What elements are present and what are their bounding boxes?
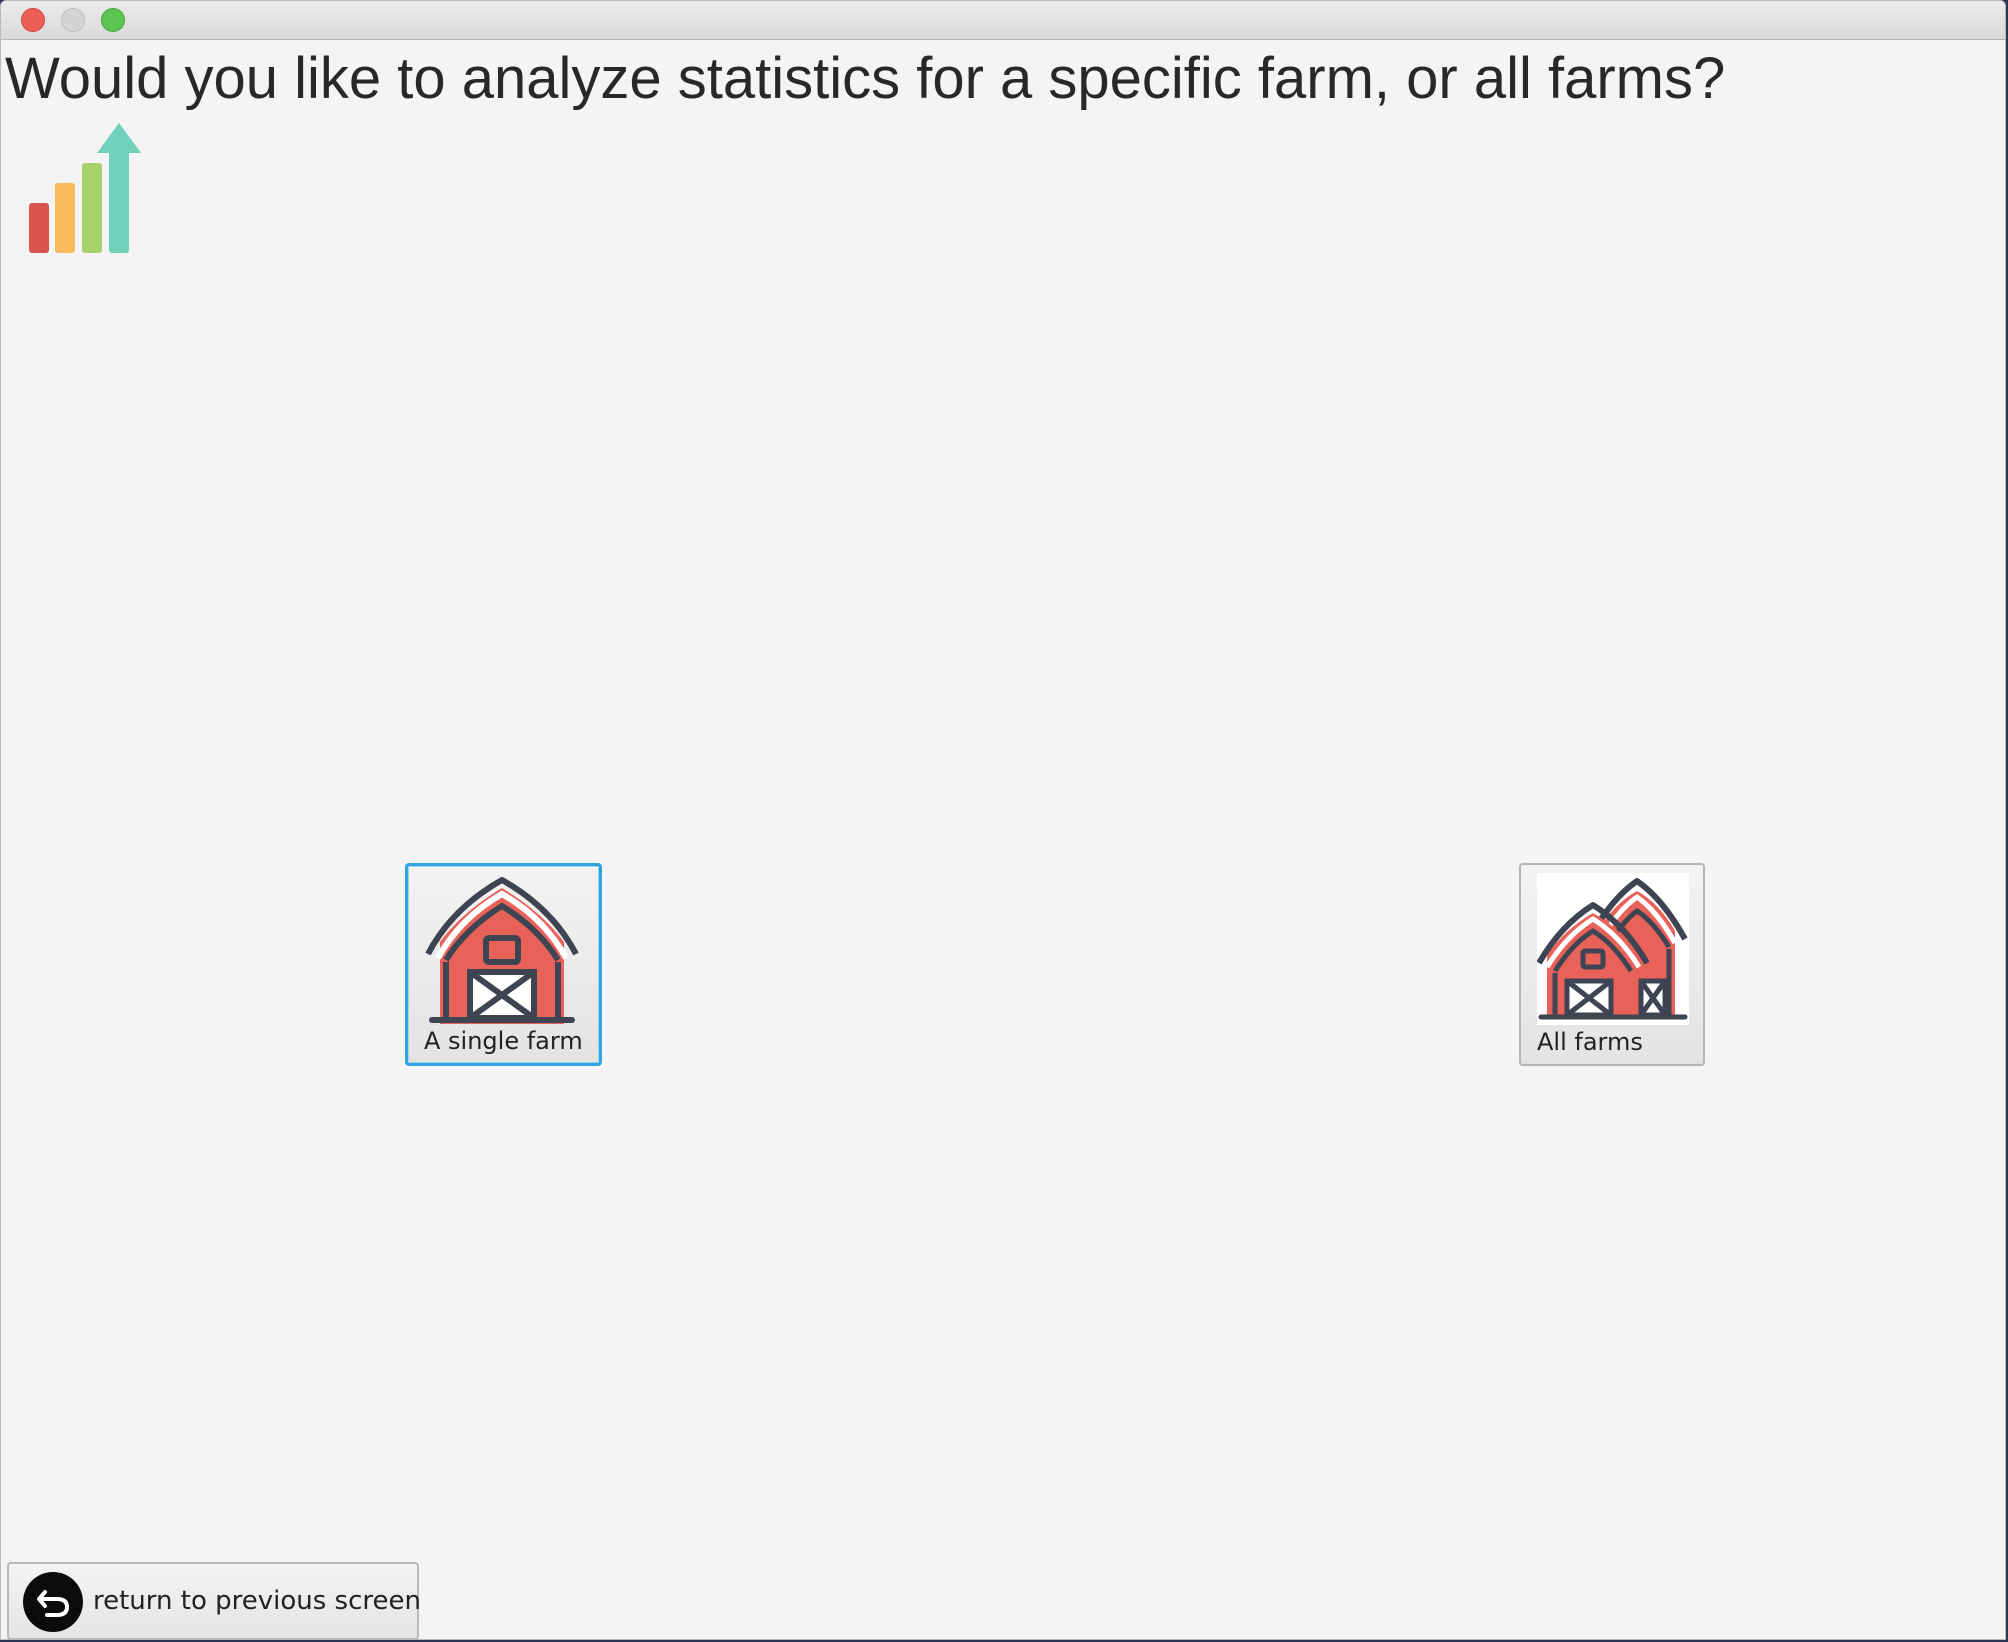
all-farms-button[interactable]: All farms [1519, 863, 1705, 1066]
app-window: Would you like to analyze statistics for… [0, 0, 2006, 1640]
return-label: return to previous screen [93, 1586, 421, 1616]
minimize-window-button[interactable] [61, 8, 85, 32]
return-arrow-icon [23, 1572, 83, 1632]
page-title: Would you like to analyze statistics for… [5, 46, 1726, 111]
return-button[interactable]: return to previous screen [7, 1562, 421, 1639]
single-farm-button[interactable]: A single farm [405, 863, 602, 1066]
barn-icon [425, 877, 579, 1024]
two-barns-icon [1537, 873, 1689, 1025]
all-farms-label: All farms [1537, 1028, 1643, 1056]
maximize-window-button[interactable] [101, 8, 125, 32]
close-window-button[interactable] [21, 8, 45, 32]
title-bar[interactable] [1, 1, 2005, 40]
bar-chart-growth-icon [29, 123, 141, 253]
single-farm-label: A single farm [424, 1027, 583, 1055]
